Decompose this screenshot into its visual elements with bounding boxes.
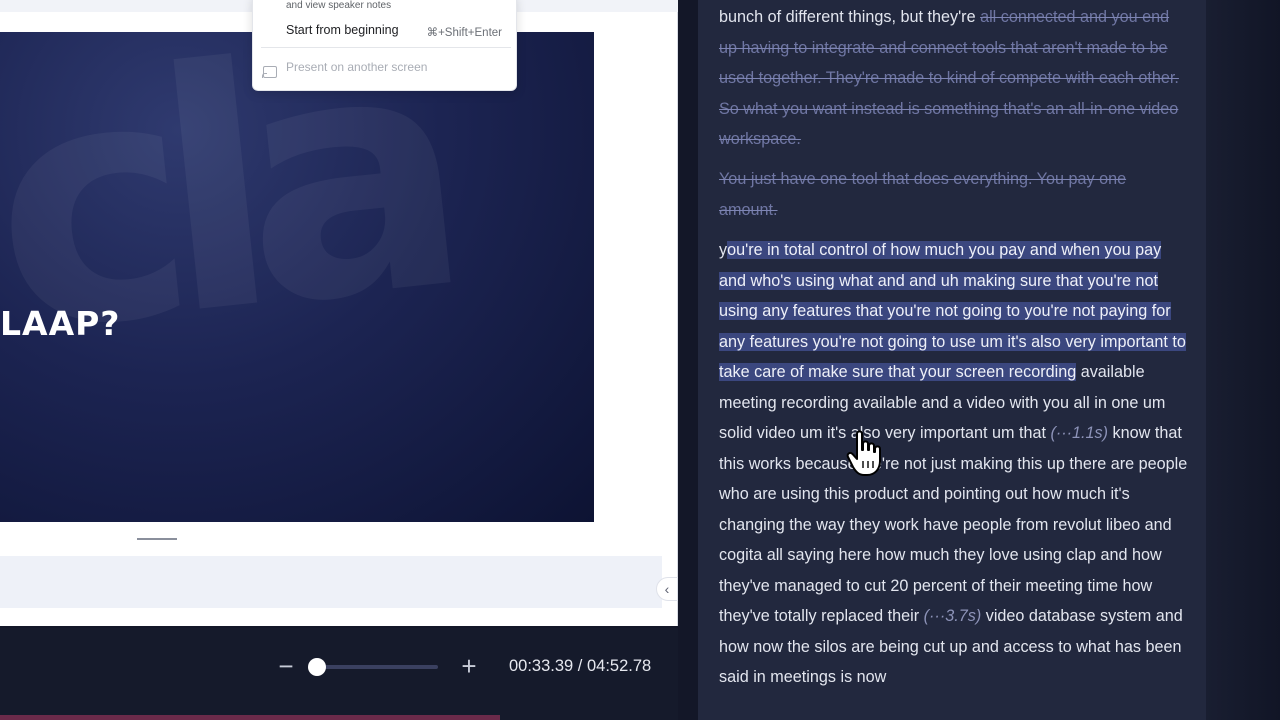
transcript-text: y [719, 241, 728, 259]
speaker-notes-drag-handle[interactable] [137, 538, 177, 540]
transcript-text: bunch of different things, but they're [719, 8, 981, 26]
slide-canvas[interactable]: cla LAAP? [0, 32, 594, 522]
speaker-notes-caption: and view speaker notes [286, 0, 392, 11]
transcript-pause-marker[interactable]: (···1.1s) [1050, 424, 1108, 442]
hand-pointer-cursor-icon [846, 430, 881, 476]
slide-editor-panel: cla LAAP? ‹ [0, 0, 678, 626]
transcript-selected-text[interactable]: ou're in total control of how much you p… [719, 241, 1186, 381]
speaker-notes-area[interactable] [0, 556, 662, 608]
zoom-in-button[interactable]: + [458, 652, 480, 680]
menu-divider [261, 47, 511, 48]
zoom-out-button[interactable]: − [276, 652, 296, 680]
timeline-clip-strip[interactable] [0, 715, 500, 720]
cast-screen-icon [262, 66, 277, 78]
present-dropdown-menu: and view speaker notes Start from beginn… [252, 0, 517, 91]
slide-title: LAAP? [0, 304, 121, 343]
slide-watermark-logo: cla [0, 32, 455, 407]
start-from-beginning-shortcut: ⌘+Shift+Enter [426, 27, 502, 39]
present-on-another-screen-menu-item[interactable]: Present on another screen [286, 60, 427, 74]
transcript-paragraph-1[interactable]: bunch of different things, but they're a… [719, 2, 1189, 155]
collapse-sidebar-chevron-icon[interactable]: ‹ [656, 577, 678, 601]
transcript-scroll-gutter [1206, 0, 1280, 720]
zoom-slider-handle[interactable] [308, 658, 326, 676]
playback-timecode: 00:33.39 / 04:52.78 [509, 657, 652, 675]
transcript-text: know that this works because we're not j… [719, 424, 1188, 625]
transcript-paragraph-3[interactable]: you're in total control of how much you … [719, 235, 1189, 693]
transcript-pause-marker[interactable]: (···3.7s) [924, 607, 982, 625]
transcript-deleted-text[interactable]: all connected and you end up having to i… [719, 8, 1179, 148]
transcript-deleted-text[interactable]: You just have one tool that does everyth… [719, 170, 1126, 219]
transcript-paragraph-2[interactable]: You just have one tool that does everyth… [719, 164, 1189, 225]
zoom-slider-track[interactable] [310, 665, 438, 669]
